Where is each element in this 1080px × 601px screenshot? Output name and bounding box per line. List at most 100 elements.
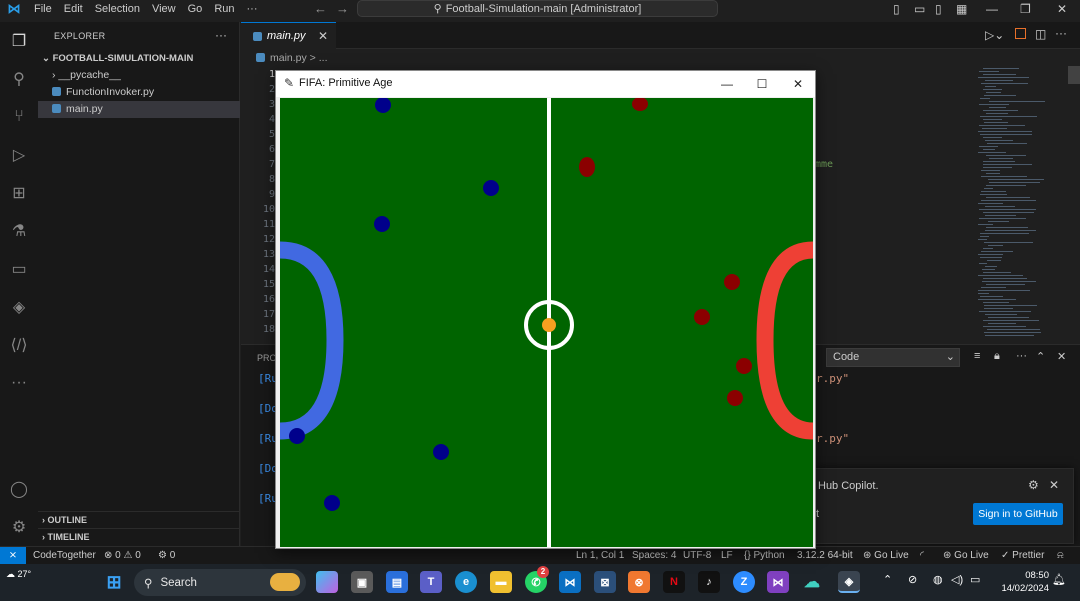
remote-explorer-icon[interactable]: ▭ [8,258,30,280]
remote-indicator-icon[interactable]: ⨯ [0,547,26,564]
search-icon[interactable]: ⚲ [8,68,30,90]
xampp-icon[interactable]: ⊗ [628,571,650,593]
football-pitch[interactable] [280,98,813,547]
close-panel-icon[interactable]: ✕ [1057,350,1066,363]
tree-item-pycache[interactable]: › __pycache__ [38,67,240,84]
edge-icon[interactable]: e [455,571,477,593]
taskbar-clock[interactable]: 08:50 14/02/2024 [993,569,1049,595]
close-icon[interactable]: ✕ [1057,0,1067,18]
task-view-icon[interactable]: ▣ [351,571,373,593]
weather-widget[interactable]: ☁ 27° [6,569,31,580]
extensions-icon[interactable]: ⊞ [8,182,30,204]
status-problems[interactable]: ⊗ 0 ⚠ 0 [104,547,141,564]
explorer-more-icon[interactable]: ··· [215,28,227,42]
toggle-secondary-sidebar-icon[interactable]: ▯ [935,0,942,18]
game-close-icon[interactable]: ✕ [788,74,808,94]
toggle-sidebar-icon[interactable]: ▯ [893,0,900,18]
game-window[interactable]: ✎ FIFA: Primitive Age — ☐ ✕ [275,70,816,549]
explorer-icon[interactable]: ❐ [8,30,30,52]
outline-section[interactable]: › OUTLINE [38,511,240,528]
run-icon[interactable]: ▷⌄ [985,28,1004,42]
status-ports[interactable]: ⚙ 0 [158,547,175,564]
tab-close-icon[interactable]: ✕ [318,29,328,43]
taskbar-search[interactable]: ⚲ Search [134,569,306,596]
zoom-icon[interactable]: Z [733,571,755,593]
file-explorer-icon[interactable]: ▬ [490,571,512,593]
teams-icon[interactable]: T [420,571,442,593]
customize-layout-icon[interactable]: ▦ [956,0,967,18]
minimap[interactable] [978,68,1062,343]
maximize-panel-icon[interactable]: ⌃ [1036,350,1045,363]
game-window-titlebar[interactable]: ✎ FIFA: Primitive Age — ☐ ✕ [276,71,815,97]
status-go-live-2[interactable]: ⊛ Go Live [943,547,989,564]
split-editor-icon[interactable]: ◫ [1035,27,1046,41]
project-root[interactable]: ⌄ FOOTBALL-SIMULATION-MAIN [38,50,240,67]
source-control-icon[interactable]: ⑂ [8,106,30,128]
minimize-icon[interactable]: — [986,0,998,18]
menu-edit[interactable]: Edit [58,0,89,18]
menu-run[interactable]: Run [208,0,240,18]
clear-output-icon[interactable]: ≡ [974,350,980,362]
stop-icon[interactable] [1015,28,1026,39]
status-eol[interactable]: LF [721,547,733,564]
game-maximize-icon[interactable]: ☐ [752,74,772,94]
status-indentation[interactable]: Spaces: 4 [632,547,676,564]
breadcrumb[interactable]: main.py > ... [256,52,327,64]
restore-icon[interactable]: ❐ [1020,0,1031,18]
tree-item-functioninvoker[interactable]: FunctionInvoker.py [38,84,240,101]
menu-go[interactable]: Go [182,0,209,18]
upload-cloud-icon[interactable]: ☁ [801,571,823,593]
language-globe-icon[interactable]: ◍ [933,573,943,586]
menu-more[interactable]: ··· [241,0,264,18]
status-language[interactable]: {} Python [744,547,785,564]
run-debug-icon[interactable]: ▷ [8,144,30,166]
menu-selection[interactable]: Selection [89,0,146,18]
tiktok-icon[interactable]: ♪ [698,571,720,593]
notification-bell-icon[interactable]: 🔔︎ [1052,573,1066,586]
notification-close-icon[interactable]: ✕ [1049,478,1059,492]
battery-icon[interactable]: ▭ [970,573,980,586]
timeline-section[interactable]: › TIMELINE [38,528,240,545]
vscode-taskbar-icon[interactable]: ⋈ [559,571,581,593]
netflix-icon[interactable]: N [663,571,685,593]
lock-icon[interactable]: 🔒︎ [994,350,1000,363]
whatsapp-icon[interactable]: ✆ 2 [525,566,549,593]
editor-scrollbar[interactable] [1068,66,1080,84]
status-prettier[interactable]: ✓ Prettier [1001,547,1044,564]
menu-file[interactable]: File [28,0,58,18]
app-icon[interactable]: ⊠ [594,571,616,593]
settings-gear-icon[interactable]: ⚙ [8,516,30,538]
forward-arrow-icon[interactable]: → [336,0,349,18]
tray-chevron-up-icon[interactable]: ⌃ [883,573,892,586]
menu-view[interactable]: View [146,0,182,18]
testing-icon[interactable]: ⚗ [8,220,30,242]
tree-item-main[interactable]: main.py [38,101,240,118]
more-icon[interactable]: ··· [8,372,30,394]
copilot-icon[interactable] [316,571,338,593]
tray-app-icon[interactable]: ⊘ [908,573,917,586]
speaker-icon[interactable]: ◁) [951,573,963,586]
windows-start-icon[interactable]: ⊞ [103,571,125,593]
python-icon[interactable]: ◈ [8,296,30,318]
notification-settings-icon[interactable]: ⚙ [1028,478,1039,492]
notifications-bell-icon[interactable]: ⍾ [1057,547,1064,564]
panel-more-icon[interactable]: ··· [1016,350,1027,362]
status-encoding[interactable]: UTF-8 [683,547,711,564]
toggle-panel-icon[interactable]: ▭ [914,0,925,18]
visual-studio-icon[interactable]: ⋈ [767,571,789,593]
editor-more-icon[interactable]: ··· [1055,26,1067,40]
live-share-icon[interactable]: ⟨/⟩ [8,334,30,356]
store-icon[interactable]: ▤ [386,571,408,593]
command-center-search[interactable]: ⚲ Football-Simulation-main [Administrato… [357,0,718,17]
sign-in-github-button[interactable]: Sign in to GitHub [973,503,1063,525]
accounts-icon[interactable]: ◯ [8,478,30,500]
back-arrow-icon[interactable]: ← [314,0,327,18]
game-minimize-icon[interactable]: — [717,74,737,94]
status-codetogether[interactable]: CodeTogether [33,547,96,564]
terminal-select[interactable]: Code ⌄ [826,348,960,367]
status-go-live[interactable]: ⊛ Go Live [863,547,909,564]
tab-main-py[interactable]: main.py ✕ [241,22,336,49]
status-cursor-position[interactable]: Ln 1, Col 1 [576,547,624,564]
python-app-icon[interactable]: ◈ [838,571,860,593]
status-interpreter[interactable]: 3.12.2 64-bit [797,547,853,564]
